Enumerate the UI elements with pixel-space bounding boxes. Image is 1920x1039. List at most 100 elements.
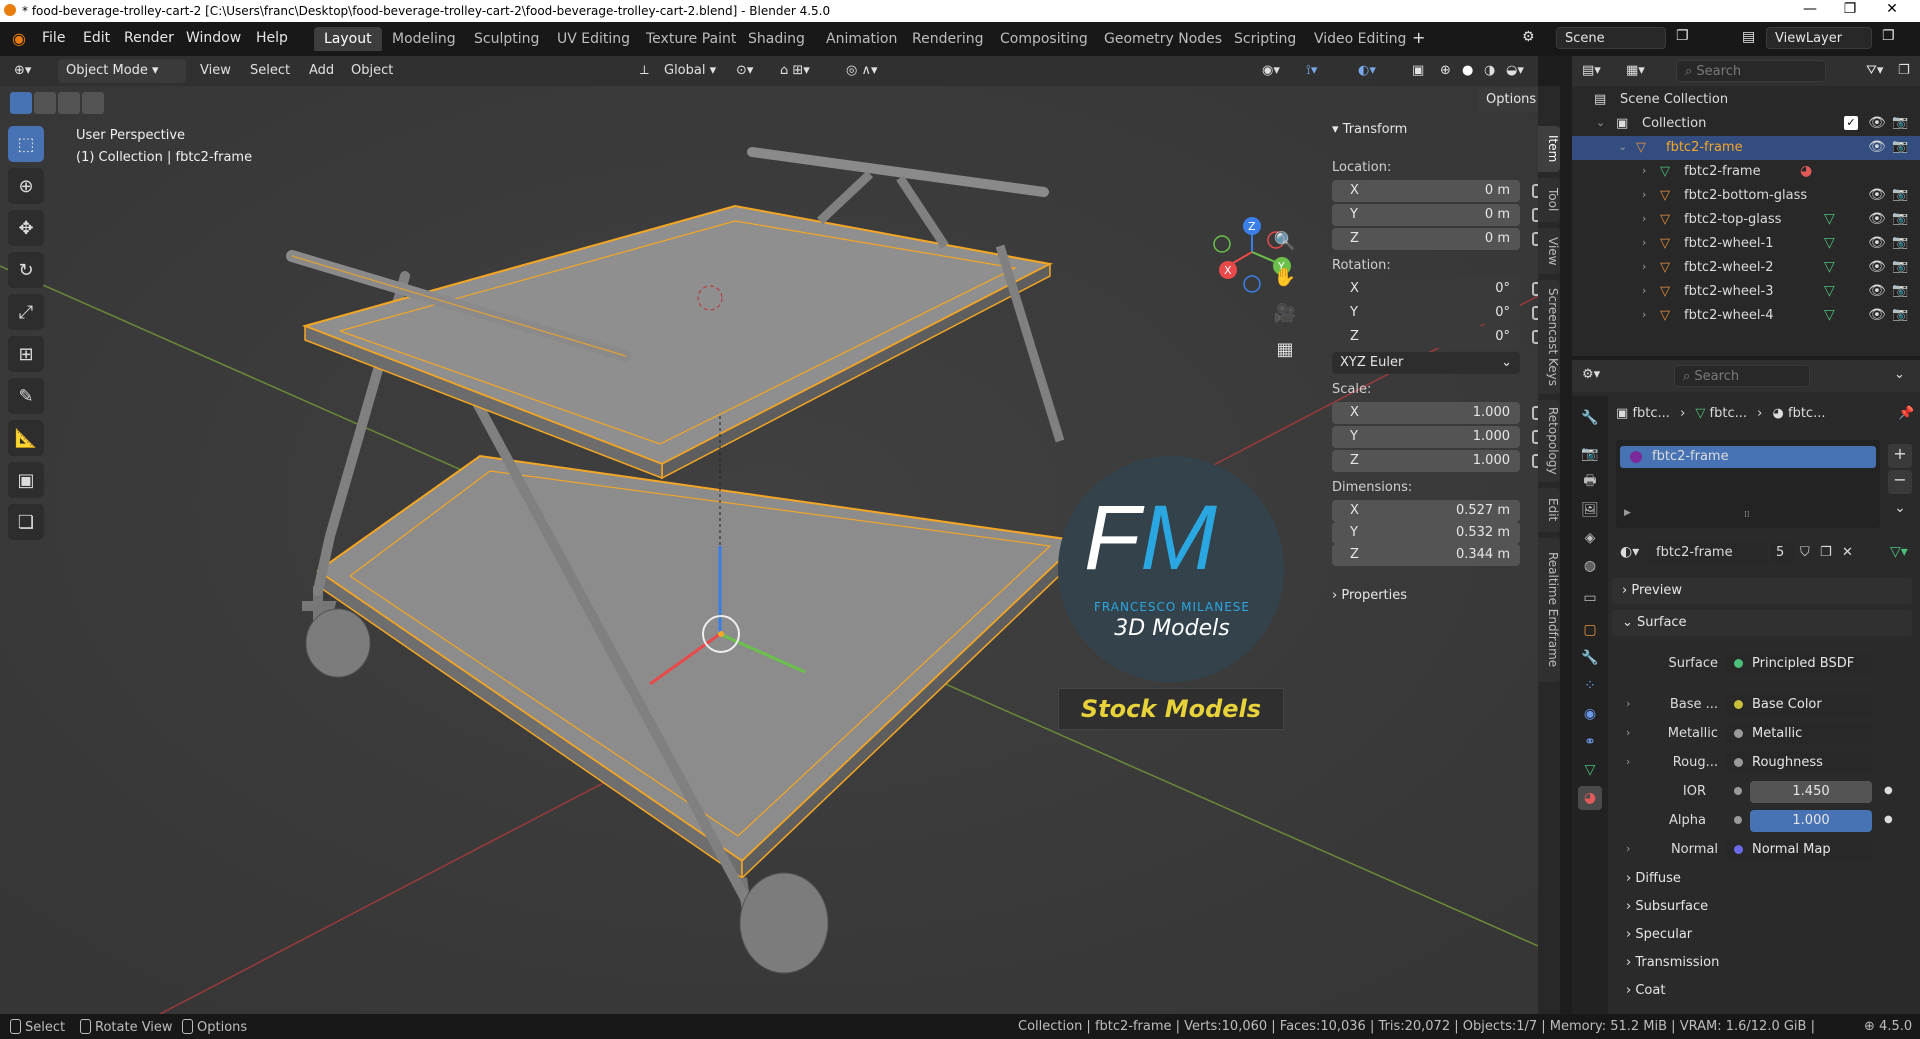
particle-properties-icon[interactable]: ⁘	[1578, 674, 1602, 698]
tab-compositing[interactable]: Compositing	[990, 27, 1098, 51]
eye-icon[interactable]: 👁	[1868, 307, 1886, 323]
mode-selector[interactable]: Object Mode ▾	[58, 59, 186, 83]
xray-icon[interactable]: ▣	[1412, 63, 1424, 78]
outliner-search-input[interactable]: ⌕ Search	[1676, 60, 1826, 82]
transform-orientation-icon[interactable]: ⟂	[640, 63, 649, 78]
surface-shader-button[interactable]: Principled BSDF	[1726, 653, 1872, 675]
outliner-row-fbtc2-top-glass[interactable]: › ▽ fbtc2-top-glass ▽ 👁 📷	[1572, 208, 1920, 232]
camera-view-icon[interactable]: 🎥	[1270, 298, 1300, 328]
chevron-right-icon[interactable]: ›	[1642, 284, 1646, 297]
menu-select[interactable]: Select	[250, 63, 290, 78]
material-icon[interactable]: ◕	[1800, 163, 1812, 179]
link-mode-icon[interactable]: ▽▾	[1890, 544, 1908, 560]
viewlayer-selector[interactable]: ViewLayer	[1766, 27, 1872, 49]
location-z-field[interactable]: Z 0 m	[1332, 228, 1520, 250]
scale-x-field[interactable]: X 1.000	[1332, 402, 1520, 424]
pan-hand-icon[interactable]: ✋	[1270, 262, 1300, 292]
outliner-row-collection[interactable]: ⌄ ▣ Collection ✓ 👁 📷	[1572, 112, 1920, 136]
rendered-shading-icon[interactable]: ◒▾	[1506, 63, 1524, 78]
camera-icon[interactable]: 📷	[1892, 187, 1908, 202]
tab-modeling[interactable]: Modeling	[382, 27, 466, 51]
material-properties-icon[interactable]: ◕	[1578, 786, 1602, 810]
options-dropdown[interactable]: Options ▾	[1478, 88, 1538, 112]
outliner-display-mode-icon[interactable]: ▦▾	[1626, 63, 1645, 78]
properties-panel-header[interactable]: › Properties	[1332, 588, 1407, 603]
camera-icon[interactable]: 📷	[1892, 235, 1908, 250]
chevron-right-icon[interactable]: ›	[1642, 164, 1646, 177]
alpha-field[interactable]: 1.000	[1750, 810, 1872, 832]
pin-icon[interactable]: 📌	[1898, 406, 1914, 421]
extra-tool-icon[interactable]: ❏	[8, 504, 44, 540]
scene-new-icon[interactable]: ❐	[1676, 28, 1689, 44]
tab-layout[interactable]: Layout	[314, 27, 382, 51]
add-workspace-button[interactable]: +	[1412, 28, 1425, 47]
new-collection-icon[interactable]: ❐	[1898, 63, 1910, 78]
camera-icon[interactable]: 📷	[1892, 139, 1908, 154]
menu-window[interactable]: Window	[186, 30, 241, 46]
tab-geometry-nodes[interactable]: Geometry Nodes	[1094, 27, 1232, 51]
add-cube-tool-icon[interactable]: ▣	[8, 462, 44, 498]
fake-user-icon[interactable]: ⛉	[1800, 545, 1810, 560]
view-layer-properties-icon[interactable]: 🖼	[1578, 498, 1602, 522]
close-button[interactable]: ✕	[1872, 1, 1912, 17]
tab-video-editing[interactable]: Video Editing	[1304, 27, 1416, 51]
outliner-row-scene-collection[interactable]: ▤ Scene Collection	[1572, 88, 1920, 112]
select-invert-icon[interactable]	[82, 92, 104, 114]
tab-texture-paint[interactable]: Texture Paint	[636, 27, 746, 51]
mesh-data-icon[interactable]: ▽	[1824, 211, 1835, 227]
expand-icon[interactable]: ▶	[1624, 508, 1631, 518]
menu-view[interactable]: View	[200, 63, 231, 78]
dimensions-x-field[interactable]: X 0.527 m	[1332, 500, 1520, 522]
chevron-right-icon[interactable]: ›	[1626, 842, 1630, 855]
tab-view[interactable]: View	[1538, 228, 1560, 274]
tab-animation[interactable]: Animation	[816, 27, 907, 51]
base-color-button[interactable]: Base Color	[1726, 694, 1872, 716]
material-user-count[interactable]: 5	[1770, 542, 1794, 564]
eye-icon[interactable]: 👁	[1868, 235, 1886, 251]
viewlayer-icon[interactable]: ▤	[1742, 29, 1755, 45]
outliner-row-fbtc2-bottom-glass[interactable]: › ▽ fbtc2-bottom-glass 👁 📷	[1572, 184, 1920, 208]
select-box-tool-icon[interactable]: ⬚	[8, 126, 44, 162]
scale-tool-icon[interactable]: ⤢	[8, 294, 44, 330]
wireframe-shading-icon[interactable]: ⊕	[1440, 63, 1451, 78]
scene-selector[interactable]: Scene	[1556, 27, 1666, 49]
menu-render[interactable]: Render	[124, 30, 174, 46]
chevron-right-icon[interactable]: ›	[1626, 755, 1630, 768]
material-shading-icon[interactable]: ◑	[1484, 63, 1495, 78]
remove-slot-icon[interactable]: −	[1888, 470, 1912, 494]
wheel-2[interactable]	[739, 872, 829, 974]
ior-field[interactable]: 1.450	[1750, 781, 1872, 803]
collection-checkbox[interactable]: ✓	[1844, 116, 1858, 130]
rotation-x-field[interactable]: X 0°	[1332, 278, 1520, 300]
maximize-button[interactable]: ❐	[1830, 1, 1870, 17]
scale-z-field[interactable]: Z 1.000	[1332, 450, 1520, 472]
outliner-row-fbtc2-frame[interactable]: ⌄ ▽ fbtc2-frame 👁 📷	[1572, 136, 1920, 160]
tab-scripting[interactable]: Scripting	[1224, 27, 1306, 51]
rotation-z-field[interactable]: Z 0°	[1332, 326, 1520, 348]
outliner-row-fbtc2-frame-mesh[interactable]: › ▽ fbtc2-frame ◕	[1572, 160, 1920, 184]
select-extend-icon[interactable]	[34, 92, 56, 114]
measure-tool-icon[interactable]: 📐	[8, 420, 44, 456]
outliner-row-fbtc2-wheel-3[interactable]: › ▽ fbtc2-wheel-3 ▽ 👁 📷	[1572, 280, 1920, 304]
chevron-right-icon[interactable]: ›	[1642, 212, 1646, 225]
tab-retopology[interactable]: Retopology	[1538, 400, 1560, 482]
annotate-tool-icon[interactable]: ✎	[8, 378, 44, 414]
output-properties-icon[interactable]: 🖶	[1578, 470, 1602, 494]
chevron-right-icon[interactable]: ›	[1642, 236, 1646, 249]
viewlayer-new-icon[interactable]: ❐	[1882, 28, 1895, 44]
select-new-icon[interactable]	[10, 92, 32, 114]
tab-sculpting[interactable]: Sculpting	[464, 27, 549, 51]
menu-edit[interactable]: Edit	[83, 30, 110, 46]
menu-object[interactable]: Object	[351, 63, 393, 78]
properties-editor-type-icon[interactable]: ⚙▾	[1582, 367, 1600, 382]
minimize-button[interactable]: —	[1790, 1, 1830, 17]
rotation-mode-select[interactable]: XYZ Euler ⌄	[1332, 352, 1520, 374]
tab-item[interactable]: Item	[1538, 126, 1560, 172]
outliner-row-fbtc2-wheel-4[interactable]: › ▽ fbtc2-wheel-4 ▽ 👁 📷	[1572, 304, 1920, 328]
tool-properties-icon[interactable]: 🔧	[1578, 406, 1602, 430]
camera-icon[interactable]: 📷	[1892, 211, 1908, 226]
tab-edit[interactable]: Edit	[1538, 488, 1560, 532]
zoom-icon[interactable]: 🔍	[1270, 226, 1300, 256]
rotation-y-field[interactable]: Y 0°	[1332, 302, 1520, 324]
specular-section[interactable]: › Specular	[1626, 927, 1692, 942]
